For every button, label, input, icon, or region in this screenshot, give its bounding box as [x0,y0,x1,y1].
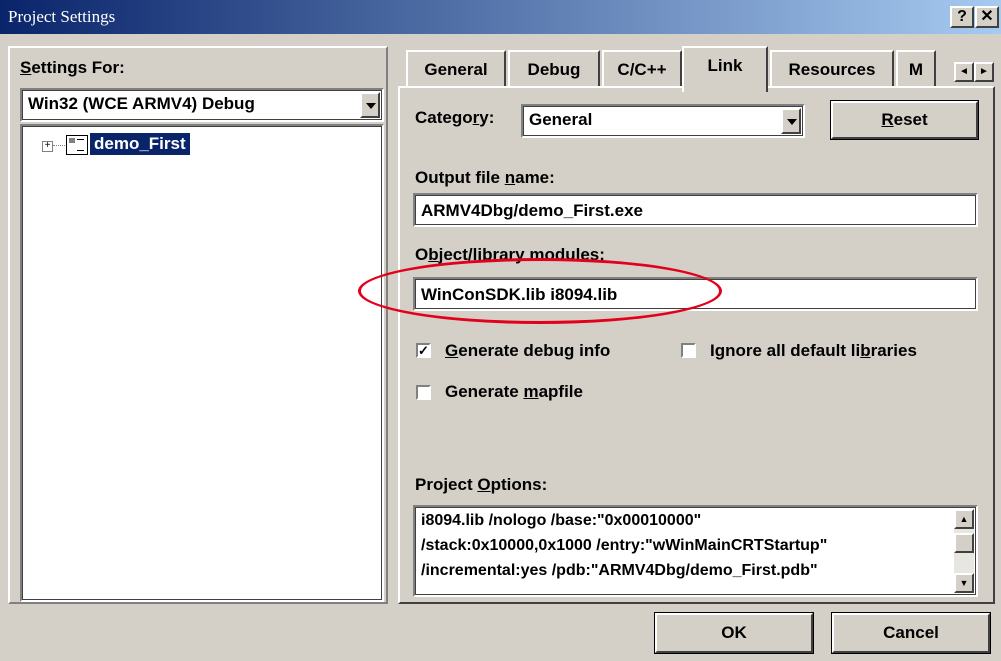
close-button[interactable]: ✕ [975,6,999,28]
configuration-value: Win32 (WCE ARMV4) Debug [28,94,255,113]
tab-general[interactable]: General [406,50,506,88]
tab-strip: General Debug C/C++ Link Resources M ◄ ► [398,46,998,92]
project-options-label: Project Options: [415,475,548,494]
tree-connector [53,145,65,146]
title-bar: Project Settings ? ✕ [0,0,1001,34]
help-button[interactable]: ? [950,6,974,28]
generate-debug-label: Generate debug info [445,341,611,360]
generate-debug-checkbox[interactable]: ✓ [416,343,431,358]
tab-cpp[interactable]: C/C++ [602,50,682,88]
ignore-defaults-label: Ignore all default libraries [710,341,917,360]
tab-resources[interactable]: Resources [770,50,894,88]
expand-icon[interactable]: + [42,141,53,152]
tab-scroll-right-icon[interactable]: ► [974,62,994,82]
cancel-button[interactable]: Cancel [831,612,991,654]
object-modules-input[interactable]: WinConSDK.lib i8094.lib [413,277,978,311]
ignore-defaults-checkbox[interactable] [681,343,696,358]
object-modules-value: WinConSDK.lib i8094.lib [421,285,618,304]
project-tree[interactable]: + demo_First [20,124,384,602]
category-combobox[interactable]: General [521,104,805,138]
tab-link[interactable]: Link [682,46,768,92]
reset-button[interactable]: Reset [830,100,979,140]
settings-for-label: Settings For: [20,58,125,77]
configuration-combobox[interactable]: Win32 (WCE ARMV4) Debug [20,88,384,122]
tab-debug[interactable]: Debug [508,50,600,88]
options-line-2: /stack:0x10000,0x1000 /entry:"wWinMainCR… [421,537,828,554]
ok-button[interactable]: OK [654,612,814,654]
scroll-down-icon[interactable]: ▼ [954,573,974,593]
scroll-thumb[interactable] [954,533,974,553]
output-file-value: ARMV4Dbg/demo_First.exe [421,201,643,220]
generate-mapfile-checkbox[interactable] [416,385,431,400]
tree-item-demo-first[interactable]: demo_First [90,133,190,155]
scroll-up-icon[interactable]: ▲ [954,509,974,529]
options-scrollbar[interactable]: ▲ ▼ [954,509,974,593]
tab-scroll-left-icon[interactable]: ◄ [954,62,974,82]
output-file-input[interactable]: ARMV4Dbg/demo_First.exe [413,193,978,227]
category-label: Category: [415,108,495,127]
project-icon [66,135,88,155]
settings-for-text: ettings For: [31,58,125,77]
object-modules-label: Object/library modules: [415,245,605,264]
category-value: General [529,110,593,129]
generate-mapfile-label: Generate mapfile [445,382,583,401]
window-title: Project Settings [8,7,116,26]
chevron-down-icon[interactable] [781,108,801,134]
chevron-down-icon[interactable] [360,92,380,118]
output-file-label: Output file name: [415,168,555,187]
tab-more[interactable]: M [896,50,936,88]
options-line-1: i8094.lib /nologo /base:"0x00010000" [421,512,702,529]
project-options-textarea[interactable]: i8094.lib /nologo /base:"0x00010000" /st… [413,505,978,597]
options-line-3: /incremental:yes /pdb:"ARMV4Dbg/demo_Fir… [421,562,818,579]
